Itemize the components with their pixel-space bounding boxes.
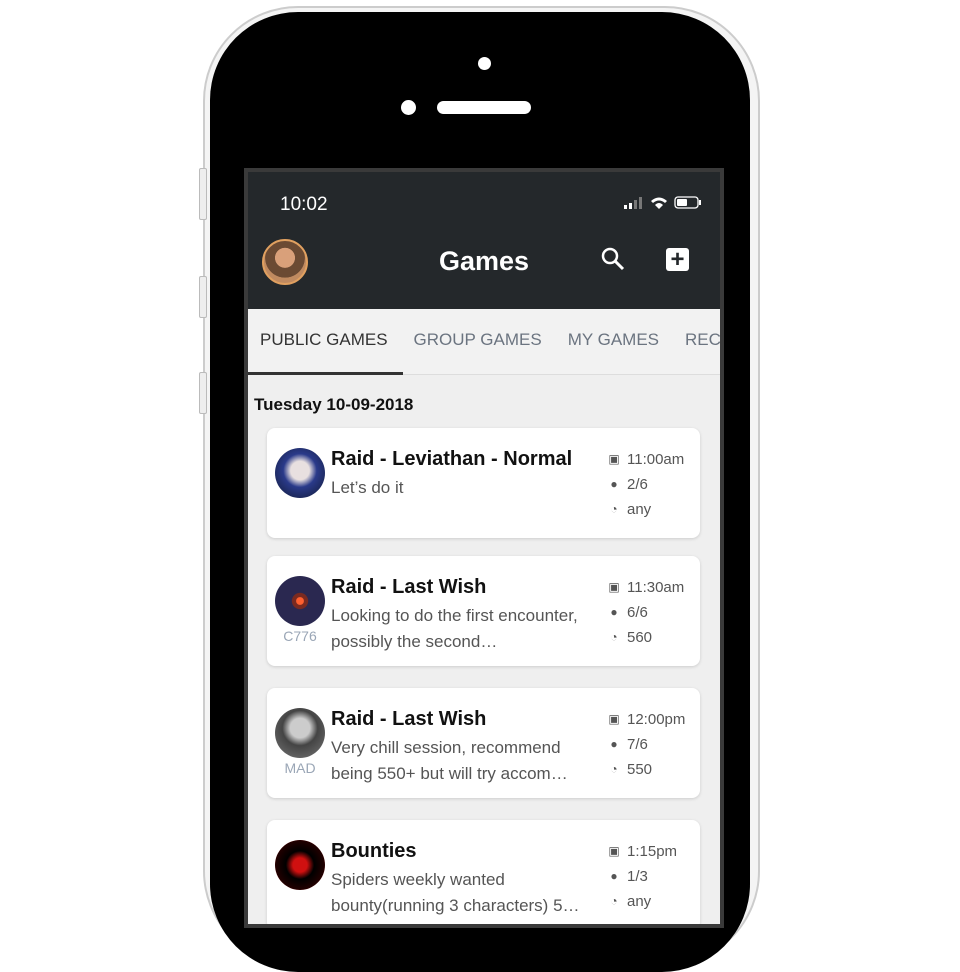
game-card[interactable]: MAD Raid - Last Wish Very chill session,… bbox=[267, 688, 700, 798]
power-level: any bbox=[627, 893, 652, 910]
mute-switch bbox=[199, 168, 207, 220]
player-count: 2/6 bbox=[627, 476, 648, 493]
status-time: 10:02 bbox=[280, 194, 328, 215]
gauge-icon: ◔ bbox=[610, 762, 618, 776]
game-description: Spiders weekly wanted bounty(running 3 c… bbox=[331, 870, 580, 915]
signal-icon bbox=[624, 197, 642, 209]
game-title: Raid - Last Wish bbox=[331, 576, 487, 598]
game-avatar bbox=[275, 448, 325, 498]
volume-up-button bbox=[199, 276, 207, 318]
game-avatar bbox=[275, 576, 325, 626]
screen: 10:02 Games + PUBLIC GAMES GROUP GAMES M… bbox=[244, 168, 724, 928]
game-description: Looking to do the first encounter, possi… bbox=[331, 606, 578, 651]
power-level: 550 bbox=[627, 761, 653, 778]
game-title: Raid - Leviathan - Normal bbox=[331, 448, 573, 470]
calendar-icon: ▣ bbox=[608, 580, 620, 594]
page-title: Games bbox=[438, 246, 530, 276]
camera bbox=[478, 57, 491, 70]
game-time: 11:30am bbox=[627, 579, 685, 596]
speaker bbox=[437, 101, 531, 114]
game-time: 11:00am bbox=[627, 451, 685, 468]
wifi-icon bbox=[651, 197, 667, 209]
tab-bar: PUBLIC GAMES GROUP GAMES MY GAMES REC bbox=[248, 309, 720, 375]
calendar-icon: ▣ bbox=[608, 844, 620, 858]
player-count: 7/6 bbox=[627, 736, 648, 753]
app-header: Games + bbox=[248, 234, 720, 309]
tab-group-games[interactable]: GROUP GAMES bbox=[402, 309, 542, 374]
tab-rec[interactable]: REC bbox=[673, 309, 720, 374]
person-icon: ● bbox=[610, 869, 618, 883]
person-icon: ● bbox=[610, 477, 618, 491]
game-card[interactable]: C776 Raid - Last Wish Looking to do the … bbox=[267, 556, 700, 666]
person-icon: ● bbox=[610, 605, 618, 619]
game-card[interactable]: Raid - Leviathan - Normal Let’s do it ▣ 1… bbox=[267, 428, 700, 538]
clan-tag: MAD bbox=[284, 760, 316, 776]
game-title: Bounties bbox=[331, 840, 417, 862]
gauge-icon: ◔ bbox=[610, 502, 618, 516]
game-description: Very chill session, recommend being 550+… bbox=[331, 738, 568, 783]
volume-down-button bbox=[199, 372, 207, 414]
active-tab-indicator bbox=[248, 372, 403, 375]
tab-public-games[interactable]: PUBLIC GAMES bbox=[248, 309, 388, 374]
game-card[interactable]: Bounties Spiders weekly wanted bounty(ru… bbox=[267, 820, 700, 924]
calendar-icon: ▣ bbox=[608, 452, 620, 466]
game-avatar bbox=[275, 840, 325, 890]
sensor bbox=[401, 100, 416, 115]
person-icon: ● bbox=[610, 737, 618, 751]
game-title: Raid - Last Wish bbox=[331, 708, 487, 730]
add-game-icon[interactable]: + bbox=[666, 248, 689, 272]
player-count: 1/3 bbox=[627, 868, 648, 885]
clan-tag: C776 bbox=[283, 628, 317, 644]
status-bar: 10:02 bbox=[248, 172, 720, 234]
battery-icon bbox=[674, 196, 701, 209]
game-avatar bbox=[275, 708, 325, 758]
gauge-icon: ◔ bbox=[610, 894, 618, 908]
game-description: Let’s do it bbox=[331, 478, 404, 497]
gauge-icon: ◔ bbox=[610, 630, 618, 644]
tab-my-games[interactable]: MY GAMES bbox=[556, 309, 659, 374]
search-icon[interactable] bbox=[600, 246, 626, 272]
date-heading: Tuesday 10-09-2018 bbox=[254, 395, 414, 414]
player-count: 6/6 bbox=[627, 604, 648, 621]
game-time: 12:00pm bbox=[627, 711, 686, 728]
calendar-icon: ▣ bbox=[608, 712, 620, 726]
power-level: 560 bbox=[627, 629, 653, 646]
game-time: 1:15pm bbox=[627, 843, 678, 860]
power-level: any bbox=[627, 501, 652, 518]
